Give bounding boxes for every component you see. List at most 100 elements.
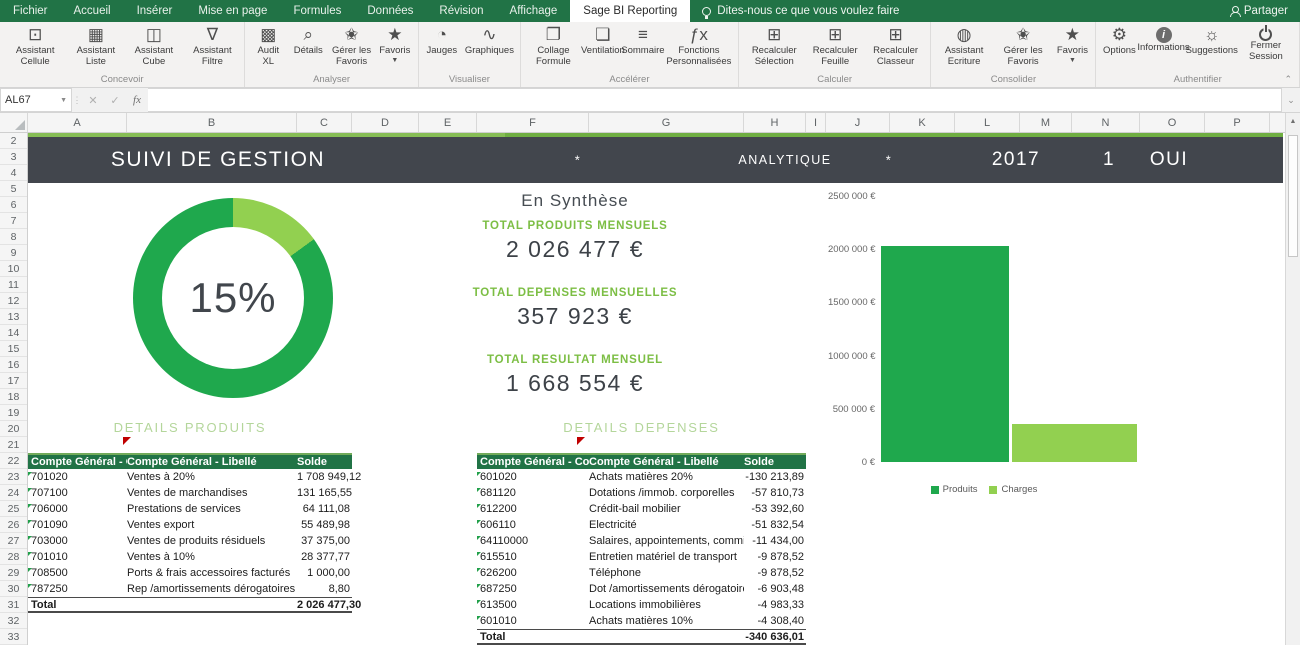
- name-box[interactable]: AL67 ▼: [0, 88, 72, 112]
- cell-solde[interactable]: -4 308,40: [744, 615, 806, 627]
- column-header-M[interactable]: M: [1020, 113, 1072, 132]
- cell-solde[interactable]: 1 708 949,12: [297, 471, 352, 483]
- row-header-15[interactable]: 15: [0, 341, 27, 357]
- row-header-20[interactable]: 20: [0, 421, 27, 437]
- ribbon-button-favoris[interactable]: ★Favoris▼: [375, 24, 415, 65]
- tab-formules[interactable]: Formules: [280, 0, 354, 22]
- row-header-32[interactable]: 32: [0, 613, 27, 629]
- ribbon-button-assistant-cube[interactable]: ◫Assistant Cube: [124, 24, 183, 68]
- cell-solde[interactable]: 1 000,00: [297, 567, 352, 579]
- cell-libelle[interactable]: Locations immobilières: [589, 599, 744, 611]
- row-header-4[interactable]: 4: [0, 165, 27, 181]
- row-header-8[interactable]: 8: [0, 229, 27, 245]
- cell-libelle[interactable]: Ventes à 10%: [127, 551, 297, 563]
- row-header-13[interactable]: 13: [0, 309, 27, 325]
- cell-code[interactable]: 681120: [477, 487, 589, 499]
- tab-fichier[interactable]: Fichier: [0, 0, 61, 22]
- cell-solde[interactable]: -130 213,89: [744, 471, 806, 483]
- row-header-33[interactable]: 33: [0, 629, 27, 645]
- cell-libelle[interactable]: Crédit-bail mobilier: [589, 503, 744, 515]
- column-header-N[interactable]: N: [1072, 113, 1140, 132]
- ribbon-button-options[interactable]: ⚙Options: [1099, 24, 1139, 58]
- ribbon-button-informations[interactable]: iInformations: [1139, 24, 1187, 55]
- row-header-25[interactable]: 25: [0, 501, 27, 517]
- total-label[interactable]: Total: [28, 599, 127, 611]
- column-header-K[interactable]: K: [890, 113, 955, 132]
- ribbon-button-recalculer-sélection[interactable]: ⊞Recalculer Sélection: [742, 24, 807, 68]
- scrollbar-thumb[interactable]: [1288, 135, 1298, 257]
- cell-code[interactable]: 64110000: [477, 535, 589, 547]
- column-header-I[interactable]: I: [806, 113, 826, 132]
- column-header-L[interactable]: L: [955, 113, 1020, 132]
- cell-code[interactable]: 701090: [28, 519, 127, 531]
- ribbon-button-détails[interactable]: ⌕Détails: [288, 24, 328, 58]
- ribbon-button-collage-formule[interactable]: ❐Collage Formule: [524, 24, 583, 68]
- donut-chart[interactable]: 15%: [133, 198, 333, 398]
- row-header-7[interactable]: 7: [0, 213, 27, 229]
- ribbon-button-ventilation[interactable]: ❏Ventilation: [583, 24, 623, 58]
- tab-insérer[interactable]: Insérer: [124, 0, 186, 22]
- cell-code[interactable]: 613500: [477, 599, 589, 611]
- ribbon-button-recalculer-classeur[interactable]: ⊞Recalculer Classeur: [864, 24, 928, 68]
- cell-solde[interactable]: -11 434,00: [744, 535, 806, 547]
- cell-solde[interactable]: -9 878,52: [744, 551, 806, 563]
- cell-libelle[interactable]: Ventes de produits résiduels: [127, 535, 297, 547]
- cell-solde[interactable]: 131 165,55: [297, 487, 352, 499]
- tab-affichage[interactable]: Affichage: [497, 0, 571, 22]
- select-all-corner[interactable]: [0, 113, 28, 132]
- row-header-9[interactable]: 9: [0, 245, 27, 261]
- ribbon-button-assistant-liste[interactable]: ▦Assistant Liste: [67, 24, 124, 68]
- row-header-21[interactable]: 21: [0, 437, 27, 453]
- cell-solde[interactable]: -4 983,33: [744, 599, 806, 611]
- cell-code[interactable]: 626200: [477, 567, 589, 579]
- share-button[interactable]: Partager: [1217, 0, 1300, 22]
- row-header-22[interactable]: 22: [0, 453, 27, 469]
- cell-libelle[interactable]: Entretien matériel de transport: [589, 551, 744, 563]
- ribbon-button-gérer-les-favoris[interactable]: ✬Gérer les Favoris: [994, 24, 1053, 68]
- tab-sage-bi-reporting[interactable]: Sage BI Reporting: [570, 0, 690, 22]
- row-header-24[interactable]: 24: [0, 485, 27, 501]
- ribbon-button-recalculer-feuille[interactable]: ⊞Recalculer Feuille: [807, 24, 864, 68]
- tab-accueil[interactable]: Accueil: [61, 0, 124, 22]
- column-header-B[interactable]: B: [127, 113, 297, 132]
- tell-me-box[interactable]: Dites-nous ce que vous voulez faire: [690, 0, 911, 22]
- cell-libelle[interactable]: Achats matières 10%: [589, 615, 744, 627]
- collapse-ribbon-icon[interactable]: ⌃: [1284, 74, 1292, 85]
- cell-libelle[interactable]: Electricité: [589, 519, 744, 531]
- row-header-17[interactable]: 17: [0, 373, 27, 389]
- cell-solde[interactable]: -53 392,60: [744, 503, 806, 515]
- ribbon-button-favoris[interactable]: ★Favoris▼: [1052, 24, 1092, 65]
- cell-code[interactable]: 701010: [28, 551, 127, 563]
- total-value[interactable]: -340 636,01: [744, 631, 806, 643]
- row-header-18[interactable]: 18: [0, 389, 27, 405]
- bar-chart[interactable]: ProduitsCharges 2500 000 €2000 000 €1500…: [828, 188, 1140, 503]
- column-header-C[interactable]: C: [297, 113, 352, 132]
- ribbon-button-audit-xl[interactable]: ▩Audit XL: [248, 24, 288, 68]
- cell-solde[interactable]: 37 375,00: [297, 535, 352, 547]
- row-header-5[interactable]: 5: [0, 181, 27, 197]
- row-header-11[interactable]: 11: [0, 277, 27, 293]
- ribbon-button-gérer-les-favoris[interactable]: ✬Gérer les Favoris: [328, 24, 375, 68]
- cell-code[interactable]: 612200: [477, 503, 589, 515]
- total-value[interactable]: 2 026 477,30: [297, 599, 352, 611]
- ribbon-button-fonctions-personnalisées[interactable]: ƒxFonctions Personnalisées: [663, 24, 735, 68]
- row-header-28[interactable]: 28: [0, 549, 27, 565]
- cell-code[interactable]: 706000: [28, 503, 127, 515]
- cell-code[interactable]: 615510: [477, 551, 589, 563]
- column-header-H[interactable]: H: [744, 113, 806, 132]
- cell-code[interactable]: 701020: [28, 471, 127, 483]
- confirm-entry-button[interactable]: ✓: [104, 88, 126, 112]
- cell-solde[interactable]: 55 489,98: [297, 519, 352, 531]
- cell-solde[interactable]: -6 903,48: [744, 583, 806, 595]
- row-header-29[interactable]: 29: [0, 565, 27, 581]
- cell-libelle[interactable]: Achats matières 20%: [589, 471, 744, 483]
- row-header-6[interactable]: 6: [0, 197, 27, 213]
- row-header-3[interactable]: 3: [0, 149, 27, 165]
- ribbon-button-fermer-session[interactable]: Fermer Session: [1236, 24, 1296, 63]
- cell-libelle[interactable]: Ventes export: [127, 519, 297, 531]
- formula-input[interactable]: [148, 88, 1282, 112]
- column-header-E[interactable]: E: [419, 113, 477, 132]
- row-header-14[interactable]: 14: [0, 325, 27, 341]
- cell-solde[interactable]: 28 377,77: [297, 551, 352, 563]
- cell-code[interactable]: 703000: [28, 535, 127, 547]
